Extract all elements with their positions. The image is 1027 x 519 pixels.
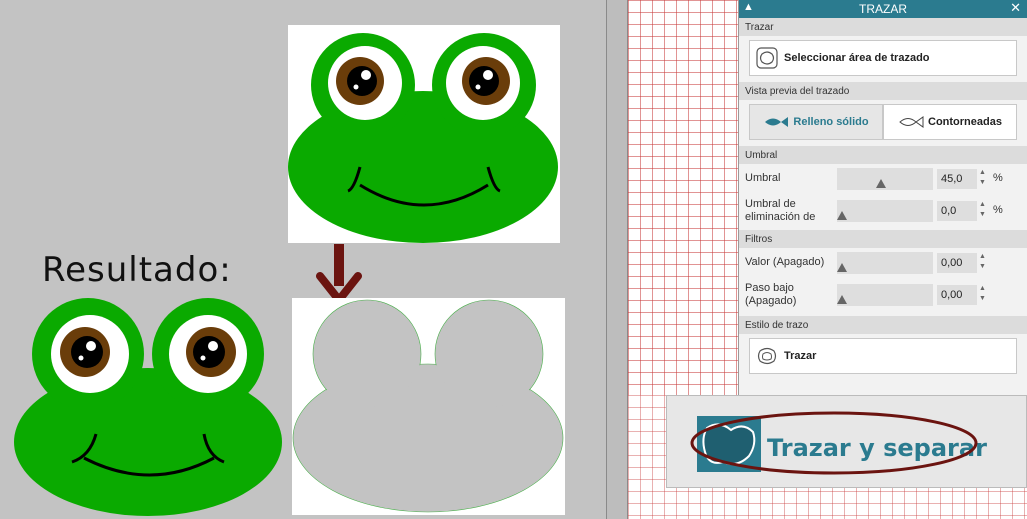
select-trace-area-button[interactable]: Seleccionar área de trazado — [749, 40, 1017, 76]
fish-outline-icon — [899, 116, 924, 128]
lowpass-row: Paso bajo (Apagado) 0,00 ▲ ▼ — [739, 280, 1027, 312]
threshold-slider[interactable] — [837, 168, 933, 190]
value-filter-row: Valor (Apagado) 0,00 ▲ ▼ — [739, 248, 1027, 280]
trace-button[interactable]: Trazar — [749, 338, 1017, 374]
trace-icon — [757, 347, 777, 365]
preview-toggle-group: Relleno sólido Contorneadas — [749, 104, 1017, 140]
elimination-slider[interactable] — [837, 200, 933, 222]
outlines-label: Contorneadas — [928, 116, 1002, 128]
threshold-unit: % — [993, 172, 1003, 184]
elimination-spinner-icon[interactable]: ▲ ▼ — [979, 200, 986, 220]
fish-solid-icon — [765, 117, 789, 127]
trace-panel: ▲ TRAZAR ✕ Trazar Seleccionar área de tr… — [738, 0, 1027, 400]
trace-area-icon — [756, 47, 778, 69]
traced-silhouette-card[interactable] — [292, 298, 565, 515]
solid-fill-label: Relleno sólido — [793, 116, 869, 128]
trace-button-label: Trazar — [784, 350, 817, 362]
close-icon[interactable]: ✕ — [1010, 0, 1021, 16]
elimination-slider-thumb[interactable] — [837, 211, 847, 220]
section-header-filters: Filtros — [739, 230, 1027, 248]
value-filter-slider-thumb[interactable] — [837, 263, 847, 272]
section-header-preview: Vista previa del trazado — [739, 82, 1027, 100]
lowpass-slider-thumb[interactable] — [837, 295, 847, 304]
elimination-row: Umbral de eliminación de 0,0 ▲ ▼ % — [739, 196, 1027, 228]
section-header-trace: Trazar — [739, 18, 1027, 36]
solid-fill-toggle[interactable]: Relleno sólido — [749, 104, 883, 140]
lowpass-spinner-icon[interactable]: ▲ ▼ — [979, 284, 986, 304]
original-image-card[interactable] — [288, 25, 560, 243]
select-trace-area-label: Seleccionar área de trazado — [784, 52, 930, 64]
lowpass-slider[interactable] — [837, 284, 933, 306]
panel-divider — [606, 0, 628, 519]
result-label: Resultado: — [42, 250, 232, 290]
threshold-slider-thumb[interactable] — [876, 179, 886, 188]
zoom-callout: Trazar y separar — [666, 395, 1027, 488]
threshold-spinner-icon[interactable]: ▲ ▼ — [979, 168, 986, 188]
result-frog-image — [14, 298, 282, 516]
silhouette-shape — [292, 299, 564, 513]
elimination-value-field[interactable]: 0,0 — [937, 201, 977, 221]
panel-titlebar: ▲ TRAZAR ✕ — [739, 0, 1027, 18]
section-header-style: Estilo de trazo — [739, 316, 1027, 334]
canvas-area: Resultado: — [0, 0, 606, 519]
lowpass-field[interactable]: 0,00 — [937, 285, 977, 305]
chevron-up-icon[interactable]: ▲ — [743, 1, 754, 13]
highlight-ellipse — [690, 411, 978, 475]
value-filter-spinner-icon[interactable]: ▲ ▼ — [979, 252, 986, 272]
elimination-label: Umbral de eliminación de — [745, 198, 816, 223]
value-filter-field[interactable]: 0,00 — [937, 253, 977, 273]
threshold-label: Umbral — [745, 172, 781, 184]
value-filter-label: Valor (Apagado) — [745, 256, 825, 268]
elimination-unit: % — [993, 204, 1003, 216]
outlines-toggle[interactable]: Contorneadas — [883, 104, 1017, 140]
section-header-threshold: Umbral — [739, 146, 1027, 164]
panel-title: TRAZAR — [859, 2, 907, 16]
value-filter-slider[interactable] — [837, 252, 933, 274]
lowpass-label: Paso bajo (Apagado) — [745, 282, 797, 307]
threshold-row: Umbral 45,0 ▲ ▼ % — [739, 164, 1027, 196]
frog-image — [288, 33, 558, 243]
threshold-value-field[interactable]: 45,0 — [937, 169, 977, 189]
